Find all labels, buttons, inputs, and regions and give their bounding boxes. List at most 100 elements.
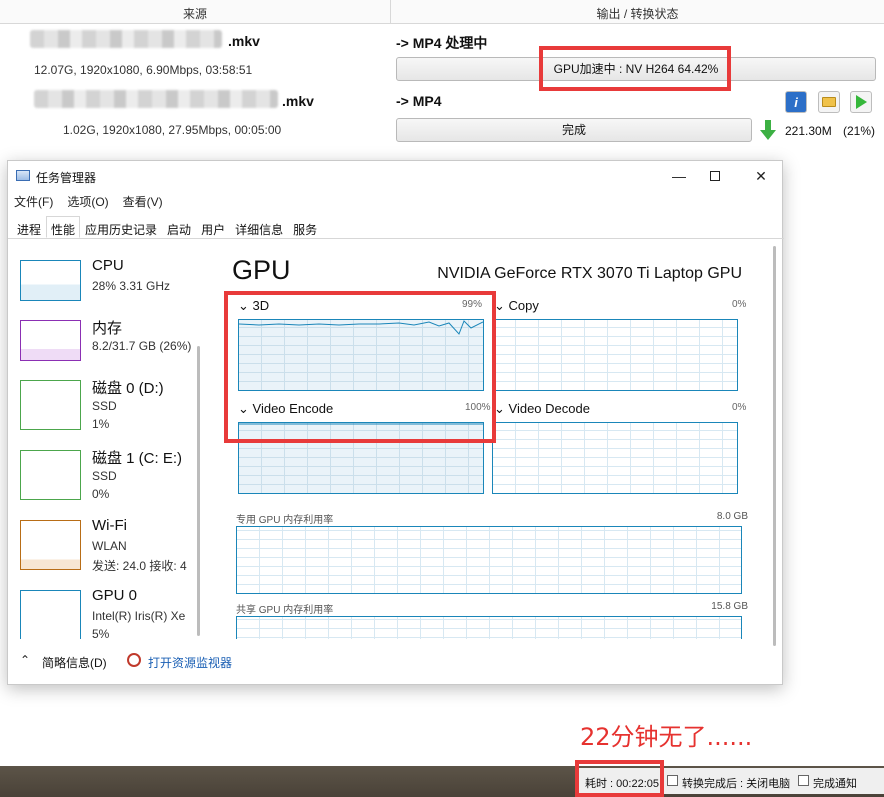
file-ext: .mkv <box>228 33 260 49</box>
sidebar-item-disk1[interactable]: 磁盘 1 (C: E:) SSD 0% <box>20 441 208 501</box>
sidebar-item-value: 0% <box>92 487 110 501</box>
dedicated-memory-max: 8.0 GB <box>716 511 748 522</box>
progress-text: GPU加速中 : NV H264 64.42% <box>553 62 719 76</box>
tab-startup[interactable]: 启动 <box>162 216 196 238</box>
maximize-button[interactable] <box>700 165 730 187</box>
sidebar-item-name: GPU 0 <box>92 587 138 604</box>
shutdown-checkbox[interactable] <box>667 775 678 786</box>
task-manager-icon <box>16 170 30 181</box>
play-icon[interactable] <box>850 91 872 113</box>
notify-label: 完成通知 <box>813 778 857 790</box>
chevron-up-icon[interactable]: ⌃ <box>20 653 30 667</box>
tab-services[interactable]: 服务 <box>288 216 322 238</box>
sidebar-item-cpu[interactable]: CPU 28% 3.31 GHz <box>20 251 208 311</box>
close-button[interactable]: ✕ <box>746 165 776 187</box>
engine-video-decode-graph <box>492 422 738 494</box>
header-output: 输出 / 转换状态 <box>596 7 679 21</box>
sidebar-item-gpu0[interactable]: GPU 0 Intel(R) Iris(R) Xe 5% <box>20 581 208 639</box>
blurred-filename <box>30 30 222 48</box>
sidebar-item-name: 磁盘 1 (C: E:) <box>92 450 183 467</box>
info-icon[interactable]: i <box>785 91 807 113</box>
sidebar-item-disk0[interactable]: 磁盘 0 (D:) SSD 1% <box>20 371 208 431</box>
dedicated-memory-label: 专用 GPU 内存利用率 <box>236 515 334 526</box>
engine-video-decode-pct: 0% <box>732 402 747 413</box>
sidebar-item-detail: 28% 3.31 GHz <box>92 279 171 293</box>
target-format: -> MP4 处理中 <box>396 35 488 51</box>
sidebar-item-name: 内存 <box>92 320 123 337</box>
gpu-panel: GPU NVIDIA GeForce RTX 3070 Ti Laptop GP… <box>222 241 784 639</box>
progress-bar: GPU加速中 : NV H264 64.42% <box>396 57 876 81</box>
status-panel: 耗时 : 00:22:05 转换完成后 : 关闭电脑 完成通知 <box>576 768 884 794</box>
output-size: 221.30M <box>785 124 832 138</box>
resource-monitor-icon <box>127 653 141 667</box>
sidebar-scrollbar[interactable] <box>197 346 200 636</box>
dedicated-memory-graph <box>236 526 742 594</box>
shared-memory-graph <box>236 616 742 639</box>
sidebar-item-value: 发送: 24.0 接收: 4 <box>92 559 187 573</box>
wifi-mini-graph <box>20 520 81 570</box>
engine-name: Video Decode <box>508 401 590 416</box>
menu-options[interactable]: 选项(O) <box>67 193 108 213</box>
minimize-button[interactable]: — <box>664 165 694 187</box>
title-bar[interactable]: 任务管理器 — ✕ <box>8 161 782 191</box>
gpu0-mini-graph <box>20 590 81 639</box>
resource-monitor-link[interactable]: 打开资源监视器 <box>148 654 232 671</box>
disk1-mini-graph <box>20 450 81 500</box>
compression-ratio: (21%) <box>843 124 876 138</box>
sidebar-item-detail: SSD <box>92 469 117 483</box>
engine-copy-graph <box>492 319 738 391</box>
tab-performance[interactable]: 性能 <box>46 216 81 238</box>
tab-users[interactable]: 用户 <box>196 216 230 238</box>
sidebar-item-memory[interactable]: 内存 8.2/31.7 GB (26%) <box>20 311 208 371</box>
gpu-model: NVIDIA GeForce RTX 3070 Ti Laptop GPU <box>437 265 742 282</box>
tab-details[interactable]: 详细信息 <box>230 216 288 238</box>
engine-name: Copy <box>508 298 539 313</box>
progress-bar: 完成 <box>396 118 752 142</box>
target-format: -> MP4 <box>396 93 442 109</box>
sidebar-item-name: CPU <box>92 257 124 274</box>
sidebar-item-wifi[interactable]: Wi-Fi WLAN 发送: 24.0 接收: 4 <box>20 511 208 573</box>
shared-memory-label: 共享 GPU 内存利用率 <box>236 605 334 616</box>
sidebar-item-detail: SSD <box>92 399 117 413</box>
engine-copy-label[interactable]: ⌄ Copy <box>494 298 539 314</box>
annotation-text: 22分钟无了...... <box>580 723 753 751</box>
done-arrow-icon <box>760 120 776 140</box>
sidebar-item-detail: 8.2/31.7 GB (26%) <box>92 339 192 353</box>
menu-file[interactable]: 文件(F) <box>14 193 53 213</box>
task-manager-window: 任务管理器 — ✕ 文件(F) 选项(O) 查看(V) 进程 性能 应用历史记录… <box>7 160 784 685</box>
window-title: 任务管理器 <box>36 171 97 185</box>
shared-memory-max: 15.8 GB <box>711 601 748 612</box>
sidebar-item-value: 1% <box>92 417 110 431</box>
folder-icon[interactable] <box>818 91 840 113</box>
tab-processes[interactable]: 进程 <box>12 216 46 238</box>
disk0-mini-graph <box>20 380 81 430</box>
file-ext: .mkv <box>282 93 314 109</box>
engine-3d-graph <box>238 319 484 391</box>
cpu-mini-graph <box>20 260 81 301</box>
file-meta: 1.02G, 1920x1080, 27.95Mbps, 00:05:00 <box>63 123 282 137</box>
tab-bar: 进程 性能 应用历史记录 启动 用户 详细信息 服务 <box>8 216 784 239</box>
footer: ⌃ 简略信息(D) 打开资源监视器 <box>8 645 784 685</box>
menu-bar: 文件(F) 选项(O) 查看(V) <box>14 193 163 213</box>
file-meta: 12.07G, 1920x1080, 6.90Mbps, 03:58:51 <box>34 63 253 77</box>
header-source: 来源 <box>182 7 207 21</box>
tab-app-history[interactable]: 应用历史记录 <box>80 216 162 238</box>
panel-scrollbar[interactable] <box>773 246 776 646</box>
notify-checkbox[interactable] <box>798 775 809 786</box>
sidebar-item-value: 5% <box>92 627 110 639</box>
sidebar-item-name: Wi-Fi <box>92 517 127 534</box>
engine-name: Video Encode <box>252 401 334 416</box>
sidebar-item-name: 磁盘 0 (D:) <box>92 380 164 397</box>
elapsed-time: 耗时 : 00:22:05 <box>585 778 659 790</box>
brief-info-link[interactable]: 简略信息(D) <box>42 654 107 671</box>
engine-3d-label[interactable]: ⌄ 3D <box>238 298 269 314</box>
blurred-filename <box>34 90 278 108</box>
sidebar-item-detail: WLAN <box>92 539 127 553</box>
engine-3d-pct: 99% <box>462 299 483 310</box>
engine-copy-pct: 0% <box>732 299 747 310</box>
engine-name: 3D <box>252 298 270 313</box>
list-header: 来源 输出 / 转换状态 <box>0 0 884 24</box>
engine-video-decode-label[interactable]: ⌄ Video Decode <box>494 401 590 417</box>
menu-view[interactable]: 查看(V) <box>123 193 163 213</box>
engine-video-encode-label[interactable]: ⌄ Video Encode <box>238 401 333 417</box>
